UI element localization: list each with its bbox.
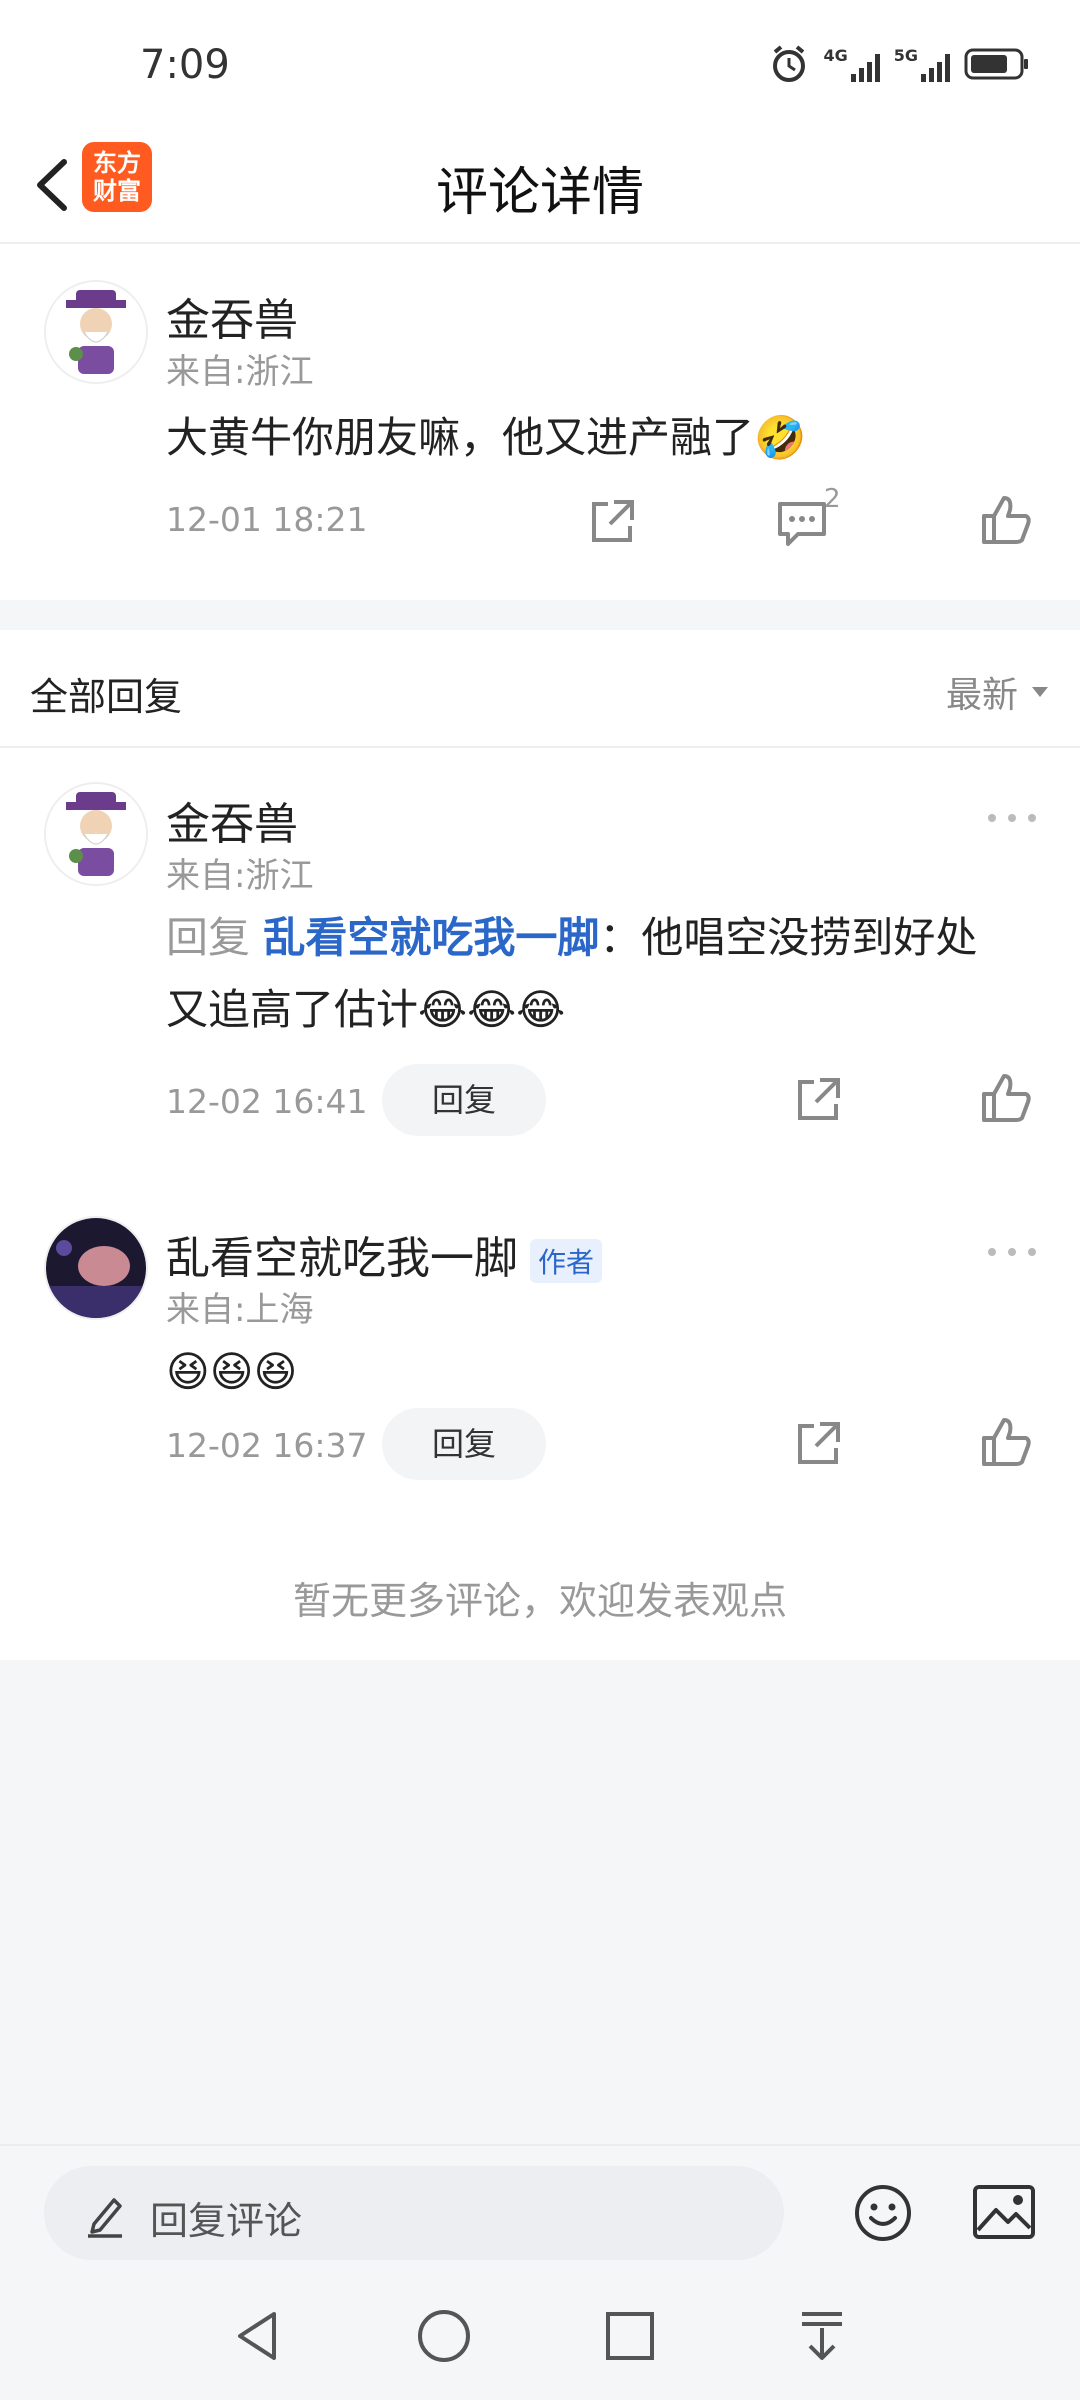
sort-dropdown[interactable]: 最新 [946,666,1050,718]
comment-time: 12-01 18:21 [166,500,368,539]
nav-back-icon[interactable] [228,2306,288,2366]
emoji-icon[interactable] [852,2182,914,2244]
comment-icon[interactable] [774,494,830,550]
status-bar: 7:09 4G 5G [0,0,1080,130]
header: 评论详情 东方 财富 [0,130,1080,244]
reply-username[interactable]: 乱看空就吃我一脚 作者 [166,1222,603,1286]
signal-5g-icon: 5G [894,46,950,82]
app-logo: 东方 财富 [82,142,152,212]
replies-header: 全部回复 最新 [0,630,1080,748]
mention-link[interactable]: 乱看空就吃我一脚 [263,913,599,962]
sort-label: 最新 [945,675,1018,716]
replies-section: 全部回复 最新 金吞兽 来自:浙江 回复 乱看空就吃我一脚：他唱空没捞到好处 又… [0,630,1080,1660]
nav-home-icon[interactable] [414,2306,474,2366]
reply-text: 回复 乱看空就吃我一脚：他唱空没捞到好处 又追高了估计😂😂😂 [166,913,978,1034]
status-icons: 4G 5G [769,44,1030,84]
reply-time: 12-02 16:41 [166,1082,368,1121]
avatar[interactable] [44,280,148,384]
author-badge: 作者 [530,1239,603,1283]
share-icon[interactable] [584,494,640,550]
reply-button[interactable]: 回复 [382,1408,546,1480]
avatar[interactable] [44,1216,148,1320]
emoji: 😆😆😆 [166,1347,298,1396]
image-icon[interactable] [972,2184,1036,2240]
share-icon[interactable] [790,1072,846,1128]
emoji: 🤣 [754,413,807,462]
battery-icon [964,48,1028,80]
avatar-figure-icon [46,282,146,382]
reply-time: 12-02 16:37 [166,1426,368,1465]
system-nav-bar [0,2280,1080,2400]
nav-hide-keyboard-icon[interactable] [792,2306,852,2366]
reply-count: 2 [824,484,841,514]
comment-text: 大黄牛你朋友嘛，他又进产融了🤣 [166,413,807,462]
avatar-figure-icon [46,784,146,884]
reply-location: 来自:上海 [166,1290,314,1330]
avatar[interactable] [44,782,148,886]
triangle-down-icon [1032,687,1048,697]
reply-input-bar: 回复评论 [0,2144,1080,2282]
comment-location: 来自:浙江 [166,352,314,392]
reply-button[interactable]: 回复 [382,1064,546,1136]
avatar-photo-icon [46,1218,146,1318]
signal-4g-icon: 4G [823,46,880,82]
nav-recents-icon[interactable] [602,2308,658,2364]
reply-input[interactable]: 回复评论 [44,2166,784,2260]
comment-username[interactable]: 金吞兽 [166,284,298,348]
reply-username[interactable]: 金吞兽 [166,788,298,852]
like-icon[interactable] [978,1070,1034,1126]
end-message: 暂无更多评论，欢迎发表观点 [292,1579,787,1623]
share-icon[interactable] [790,1416,846,1472]
reply-text: 😆😆😆 [166,1336,297,1408]
like-icon[interactable] [978,1414,1034,1470]
page-title: 评论详情 [435,163,644,223]
more-icon[interactable] [984,808,1040,828]
emoji: 😂😂😂 [418,985,566,1034]
reply-location: 来自:浙江 [166,856,314,896]
status-time: 7:09 [140,42,230,88]
pen-icon [88,2198,122,2238]
main-comment: 金吞兽 来自:浙江 大黄牛你朋友嘛，他又进产融了🤣 12-01 18:21 2 [0,244,1080,600]
alarm-icon [773,45,806,82]
replies-title: 全部回复 [30,675,183,719]
like-icon[interactable] [978,492,1034,548]
more-icon[interactable] [984,1242,1040,1262]
reply-input-placeholder: 回复评论 [150,2199,303,2243]
